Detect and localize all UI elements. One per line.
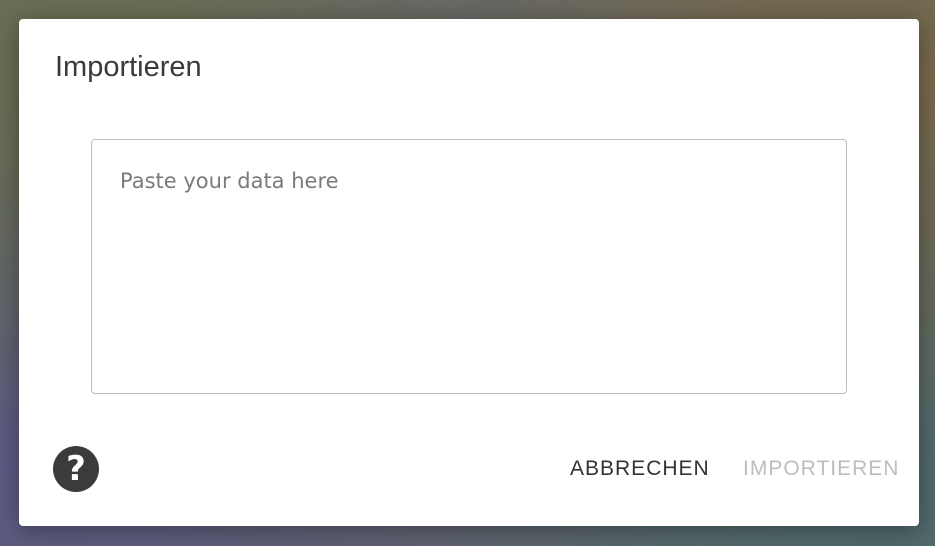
paste-data-textarea[interactable] [91, 139, 847, 394]
help-circle-icon: ? [66, 449, 86, 489]
import-button[interactable]: IMPORTIEREN [743, 456, 899, 482]
dialog-title: Importieren [55, 51, 202, 83]
cancel-button[interactable]: ABBRECHEN [570, 456, 710, 482]
import-dialog: Importieren ? ABBRECHEN IMPORTIEREN [19, 19, 919, 526]
help-button[interactable]: ? [53, 446, 99, 492]
